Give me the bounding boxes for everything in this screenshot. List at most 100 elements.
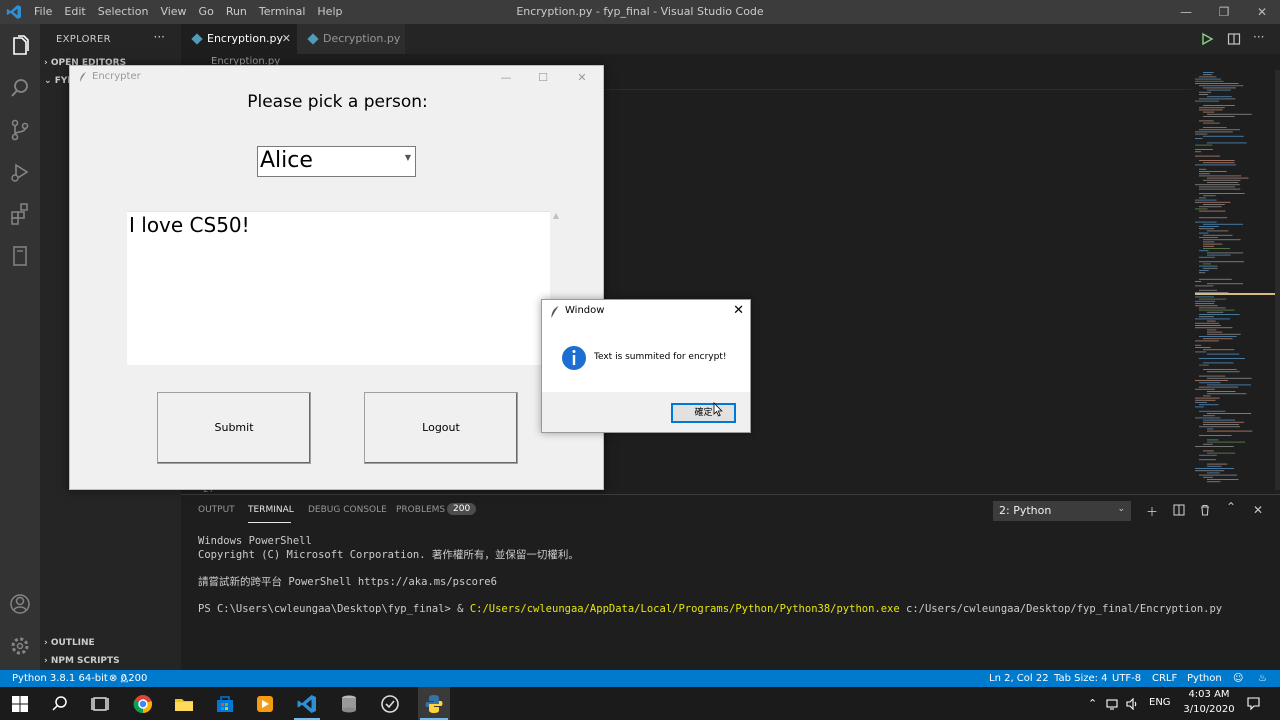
- minimize-button[interactable]: —: [1167, 0, 1205, 24]
- minimap[interactable]: [1195, 70, 1275, 490]
- menu-help[interactable]: Help: [317, 0, 350, 24]
- tray-overflow-icon[interactable]: ⌃: [1088, 697, 1097, 710]
- status-bar: Python 3.8.1 64-bit ⊗ 0 △ 200 Ln 2, Col …: [0, 670, 1280, 687]
- explorer-icon[interactable]: [6, 32, 34, 60]
- cursor-position[interactable]: Ln 2, Col 22: [989, 670, 1049, 687]
- close-window-button[interactable]: ✕: [1243, 0, 1280, 24]
- chevron-down-icon: ⌄: [44, 76, 55, 86]
- close-button[interactable]: ✕: [567, 68, 597, 88]
- restore-button[interactable]: ❐: [1205, 0, 1243, 24]
- tab-terminal[interactable]: TERMINAL: [248, 505, 294, 515]
- chevron-right-icon: ›: [44, 58, 51, 68]
- trash-icon[interactable]: [1199, 504, 1211, 516]
- tab-size[interactable]: Tab Size: 4: [1054, 670, 1108, 687]
- tab-close-icon[interactable]: ✕: [282, 24, 291, 54]
- terminal-select[interactable]: 2: Python ⌄: [993, 501, 1131, 521]
- split-terminal-icon[interactable]: [1173, 504, 1185, 516]
- source-control-icon[interactable]: [6, 116, 34, 144]
- action-center-icon[interactable]: [1246, 696, 1261, 711]
- input-language[interactable]: ENG: [1149, 697, 1171, 708]
- feedback-icon[interactable]: ☺: [1233, 670, 1243, 687]
- vscode-logo-icon: [6, 5, 21, 19]
- tab-decryption-py[interactable]: Decryption.py: [297, 24, 405, 54]
- info-icon: [562, 346, 586, 370]
- split-editor-icon[interactable]: [1227, 32, 1241, 46]
- media-player-icon[interactable]: [254, 693, 276, 715]
- problems-count-badge: 200: [447, 503, 477, 515]
- extensions-icon[interactable]: [6, 200, 34, 228]
- encoding[interactable]: UTF-8: [1112, 670, 1141, 687]
- editor-more-icon[interactable]: ···: [1253, 30, 1264, 44]
- dialog-close-icon[interactable]: ✕: [733, 303, 744, 318]
- tab-label: Decryption.py: [323, 32, 401, 45]
- settings-gear-icon[interactable]: [6, 632, 34, 660]
- account-icon[interactable]: [6, 590, 34, 618]
- menu-go[interactable]: Go: [199, 0, 222, 24]
- new-terminal-icon[interactable]: ＋: [1146, 503, 1158, 520]
- menu-terminal[interactable]: Terminal: [259, 0, 314, 24]
- menu-selection[interactable]: Selection: [98, 0, 157, 24]
- menu-edit[interactable]: Edit: [64, 0, 93, 24]
- submit-button[interactable]: Submit: [157, 392, 311, 464]
- volume-icon[interactable]: [1125, 697, 1139, 711]
- maximize-button[interactable]: ☐: [528, 68, 558, 88]
- ok-button[interactable]: 確定: [671, 403, 736, 423]
- menu-view[interactable]: View: [160, 0, 194, 24]
- encrypter-window: Encrypter — ☐ ✕ Please pick a person: Al…: [69, 65, 604, 490]
- windows-start-icon[interactable]: [9, 693, 31, 715]
- tab-output[interactable]: OUTPUT: [198, 505, 235, 515]
- run-debug-icon[interactable]: [6, 158, 34, 186]
- problems-status[interactable]: ⊗ 0 △ 200: [109, 670, 147, 687]
- dialog-title: Window: [565, 305, 605, 316]
- tk-feather-icon: [551, 306, 559, 318]
- message-textarea[interactable]: I love CS50!: [127, 211, 550, 365]
- npm-scripts-section[interactable]: › NPM SCRIPTS: [44, 656, 120, 666]
- editor-scrollbar[interactable]: [1275, 70, 1280, 490]
- search-icon[interactable]: [49, 693, 71, 715]
- minimize-button[interactable]: —: [491, 68, 521, 88]
- chrome-icon[interactable]: [132, 693, 154, 715]
- task-view-icon[interactable]: [89, 693, 111, 715]
- chevron-down-icon: ⌄: [1117, 504, 1125, 514]
- prompt-argument: c:/Users/cwleungaa/Desktop/fyp_final/Enc…: [899, 602, 1223, 615]
- tab-encryption-py[interactable]: Encryption.py ✕: [181, 24, 297, 54]
- prompt-prefix: PS C:\Users\cwleungaa\Desktop\fyp_final>…: [198, 602, 470, 615]
- notifications-bell-icon[interactable]: ♨: [1258, 670, 1267, 687]
- encrypter-title: Encrypter: [92, 71, 141, 82]
- logout-button[interactable]: Logout: [364, 392, 518, 464]
- maximize-panel-icon[interactable]: ⌃: [1226, 500, 1236, 514]
- tab-problems[interactable]: PROBLEMS: [396, 505, 445, 515]
- chevron-right-icon: ›: [44, 638, 51, 648]
- python-app-icon[interactable]: [423, 693, 445, 715]
- tab-debug-console[interactable]: DEBUG CONSOLE: [308, 505, 387, 515]
- chevron-right-icon: ›: [44, 656, 51, 666]
- store-icon[interactable]: [214, 693, 236, 715]
- person-select[interactable]: Alice ▼: [257, 146, 416, 177]
- file-explorer-icon[interactable]: [173, 693, 195, 715]
- search-icon[interactable]: [6, 74, 34, 102]
- close-panel-icon[interactable]: ✕: [1253, 503, 1263, 517]
- remote-explorer-icon[interactable]: [6, 242, 34, 270]
- python-interpreter[interactable]: Python 3.8.1 64-bit: [12, 670, 108, 687]
- database-app-icon[interactable]: [338, 693, 360, 715]
- github-desktop-icon[interactable]: [379, 693, 401, 715]
- language-mode[interactable]: Python: [1187, 670, 1222, 687]
- run-file-icon[interactable]: [1200, 32, 1214, 46]
- menu-file[interactable]: File: [34, 0, 60, 24]
- outline-section[interactable]: › OUTLINE: [44, 638, 95, 648]
- terminal-line: Copyright (C) Microsoft Corporation. 著作權…: [198, 548, 579, 561]
- menu-run[interactable]: Run: [226, 0, 255, 24]
- activity-bar: [0, 24, 40, 670]
- dialog-message: Text is summited for encrypt!: [594, 352, 727, 362]
- npm-scripts-label: NPM SCRIPTS: [50, 656, 120, 666]
- line-ending[interactable]: CRLF: [1152, 670, 1177, 687]
- terminal-output[interactable]: Windows PowerShell Copyright (C) Microsof…: [198, 535, 1222, 616]
- editor-tabs: Encryption.py ✕ Decryption.py ···: [181, 24, 1280, 54]
- clock-time[interactable]: 4:03 AM: [1185, 689, 1233, 700]
- vscode-taskbar-icon[interactable]: [296, 693, 318, 715]
- chevron-down-icon: ▼: [404, 153, 411, 162]
- more-actions-icon[interactable]: ···: [154, 30, 165, 44]
- network-icon[interactable]: [1106, 697, 1120, 711]
- clock-date[interactable]: 3/10/2020: [1180, 704, 1238, 715]
